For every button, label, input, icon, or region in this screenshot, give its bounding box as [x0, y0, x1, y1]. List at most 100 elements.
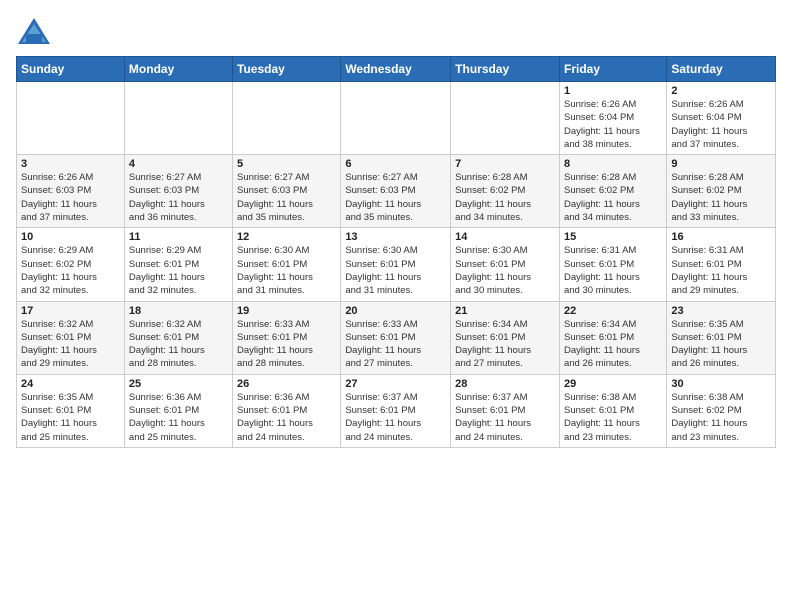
- day-number: 10: [21, 231, 120, 243]
- day-info: Sunrise: 6:31 AM Sunset: 6:01 PM Dayligh…: [671, 244, 771, 297]
- day-info: Sunrise: 6:26 AM Sunset: 6:03 PM Dayligh…: [21, 171, 120, 224]
- calendar-week-4: 17Sunrise: 6:32 AM Sunset: 6:01 PM Dayli…: [17, 301, 776, 374]
- day-info: Sunrise: 6:34 AM Sunset: 6:01 PM Dayligh…: [455, 318, 555, 371]
- day-info: Sunrise: 6:31 AM Sunset: 6:01 PM Dayligh…: [564, 244, 662, 297]
- day-info: Sunrise: 6:35 AM Sunset: 6:01 PM Dayligh…: [671, 318, 771, 371]
- day-number: 17: [21, 305, 120, 317]
- day-info: Sunrise: 6:32 AM Sunset: 6:01 PM Dayligh…: [129, 318, 228, 371]
- calendar-week-1: 1Sunrise: 6:26 AM Sunset: 6:04 PM Daylig…: [17, 82, 776, 155]
- calendar-cell: 22Sunrise: 6:34 AM Sunset: 6:01 PM Dayli…: [559, 301, 666, 374]
- day-number: 9: [671, 158, 771, 170]
- page: SundayMondayTuesdayWednesdayThursdayFrid…: [0, 0, 792, 458]
- day-info: Sunrise: 6:29 AM Sunset: 6:01 PM Dayligh…: [129, 244, 228, 297]
- calendar-cell: 12Sunrise: 6:30 AM Sunset: 6:01 PM Dayli…: [233, 228, 341, 301]
- day-info: Sunrise: 6:28 AM Sunset: 6:02 PM Dayligh…: [455, 171, 555, 224]
- calendar-cell: 20Sunrise: 6:33 AM Sunset: 6:01 PM Dayli…: [341, 301, 451, 374]
- calendar-header-wednesday: Wednesday: [341, 57, 451, 82]
- calendar-header-tuesday: Tuesday: [233, 57, 341, 82]
- day-info: Sunrise: 6:34 AM Sunset: 6:01 PM Dayligh…: [564, 318, 662, 371]
- day-number: 16: [671, 231, 771, 243]
- day-info: Sunrise: 6:33 AM Sunset: 6:01 PM Dayligh…: [345, 318, 446, 371]
- day-info: Sunrise: 6:27 AM Sunset: 6:03 PM Dayligh…: [237, 171, 336, 224]
- calendar-cell: 17Sunrise: 6:32 AM Sunset: 6:01 PM Dayli…: [17, 301, 125, 374]
- day-number: 18: [129, 305, 228, 317]
- calendar-cell: [124, 82, 232, 155]
- day-number: 21: [455, 305, 555, 317]
- calendar-week-2: 3Sunrise: 6:26 AM Sunset: 6:03 PM Daylig…: [17, 155, 776, 228]
- calendar-header-monday: Monday: [124, 57, 232, 82]
- day-number: 23: [671, 305, 771, 317]
- calendar-cell: 9Sunrise: 6:28 AM Sunset: 6:02 PM Daylig…: [667, 155, 776, 228]
- calendar-cell: 13Sunrise: 6:30 AM Sunset: 6:01 PM Dayli…: [341, 228, 451, 301]
- day-info: Sunrise: 6:30 AM Sunset: 6:01 PM Dayligh…: [237, 244, 336, 297]
- calendar-cell: 16Sunrise: 6:31 AM Sunset: 6:01 PM Dayli…: [667, 228, 776, 301]
- calendar-cell: 29Sunrise: 6:38 AM Sunset: 6:01 PM Dayli…: [559, 374, 666, 447]
- day-number: 12: [237, 231, 336, 243]
- calendar-cell: 11Sunrise: 6:29 AM Sunset: 6:01 PM Dayli…: [124, 228, 232, 301]
- calendar-week-5: 24Sunrise: 6:35 AM Sunset: 6:01 PM Dayli…: [17, 374, 776, 447]
- day-number: 1: [564, 85, 662, 97]
- day-info: Sunrise: 6:26 AM Sunset: 6:04 PM Dayligh…: [564, 98, 662, 151]
- calendar-cell: 19Sunrise: 6:33 AM Sunset: 6:01 PM Dayli…: [233, 301, 341, 374]
- calendar-cell: 21Sunrise: 6:34 AM Sunset: 6:01 PM Dayli…: [451, 301, 560, 374]
- day-info: Sunrise: 6:36 AM Sunset: 6:01 PM Dayligh…: [129, 391, 228, 444]
- calendar-header-sunday: Sunday: [17, 57, 125, 82]
- calendar-cell: 1Sunrise: 6:26 AM Sunset: 6:04 PM Daylig…: [559, 82, 666, 155]
- day-number: 22: [564, 305, 662, 317]
- day-number: 4: [129, 158, 228, 170]
- calendar-header-friday: Friday: [559, 57, 666, 82]
- day-number: 27: [345, 378, 446, 390]
- day-number: 20: [345, 305, 446, 317]
- day-number: 25: [129, 378, 228, 390]
- day-info: Sunrise: 6:38 AM Sunset: 6:01 PM Dayligh…: [564, 391, 662, 444]
- calendar-cell: 30Sunrise: 6:38 AM Sunset: 6:02 PM Dayli…: [667, 374, 776, 447]
- day-number: 6: [345, 158, 446, 170]
- calendar-cell: 27Sunrise: 6:37 AM Sunset: 6:01 PM Dayli…: [341, 374, 451, 447]
- calendar-cell: 3Sunrise: 6:26 AM Sunset: 6:03 PM Daylig…: [17, 155, 125, 228]
- day-info: Sunrise: 6:33 AM Sunset: 6:01 PM Dayligh…: [237, 318, 336, 371]
- day-number: 28: [455, 378, 555, 390]
- day-info: Sunrise: 6:32 AM Sunset: 6:01 PM Dayligh…: [21, 318, 120, 371]
- day-number: 3: [21, 158, 120, 170]
- day-info: Sunrise: 6:38 AM Sunset: 6:02 PM Dayligh…: [671, 391, 771, 444]
- day-info: Sunrise: 6:29 AM Sunset: 6:02 PM Dayligh…: [21, 244, 120, 297]
- calendar-cell: 4Sunrise: 6:27 AM Sunset: 6:03 PM Daylig…: [124, 155, 232, 228]
- calendar-cell: 8Sunrise: 6:28 AM Sunset: 6:02 PM Daylig…: [559, 155, 666, 228]
- calendar-cell: [451, 82, 560, 155]
- day-number: 26: [237, 378, 336, 390]
- calendar-cell: 24Sunrise: 6:35 AM Sunset: 6:01 PM Dayli…: [17, 374, 125, 447]
- day-number: 8: [564, 158, 662, 170]
- day-info: Sunrise: 6:28 AM Sunset: 6:02 PM Dayligh…: [564, 171, 662, 224]
- day-number: 30: [671, 378, 771, 390]
- day-number: 7: [455, 158, 555, 170]
- calendar-cell: 2Sunrise: 6:26 AM Sunset: 6:04 PM Daylig…: [667, 82, 776, 155]
- calendar-cell: 7Sunrise: 6:28 AM Sunset: 6:02 PM Daylig…: [451, 155, 560, 228]
- day-number: 13: [345, 231, 446, 243]
- day-info: Sunrise: 6:37 AM Sunset: 6:01 PM Dayligh…: [345, 391, 446, 444]
- day-info: Sunrise: 6:36 AM Sunset: 6:01 PM Dayligh…: [237, 391, 336, 444]
- calendar-cell: 25Sunrise: 6:36 AM Sunset: 6:01 PM Dayli…: [124, 374, 232, 447]
- calendar-cell: 14Sunrise: 6:30 AM Sunset: 6:01 PM Dayli…: [451, 228, 560, 301]
- day-number: 14: [455, 231, 555, 243]
- calendar-cell: 15Sunrise: 6:31 AM Sunset: 6:01 PM Dayli…: [559, 228, 666, 301]
- day-number: 5: [237, 158, 336, 170]
- day-number: 29: [564, 378, 662, 390]
- calendar-cell: 5Sunrise: 6:27 AM Sunset: 6:03 PM Daylig…: [233, 155, 341, 228]
- calendar-header-saturday: Saturday: [667, 57, 776, 82]
- day-number: 15: [564, 231, 662, 243]
- day-info: Sunrise: 6:28 AM Sunset: 6:02 PM Dayligh…: [671, 171, 771, 224]
- calendar-table: SundayMondayTuesdayWednesdayThursdayFrid…: [16, 56, 776, 448]
- day-info: Sunrise: 6:37 AM Sunset: 6:01 PM Dayligh…: [455, 391, 555, 444]
- day-info: Sunrise: 6:30 AM Sunset: 6:01 PM Dayligh…: [455, 244, 555, 297]
- day-number: 11: [129, 231, 228, 243]
- calendar-cell: 28Sunrise: 6:37 AM Sunset: 6:01 PM Dayli…: [451, 374, 560, 447]
- calendar-week-3: 10Sunrise: 6:29 AM Sunset: 6:02 PM Dayli…: [17, 228, 776, 301]
- calendar-cell: 6Sunrise: 6:27 AM Sunset: 6:03 PM Daylig…: [341, 155, 451, 228]
- logo-icon: [16, 16, 52, 46]
- day-info: Sunrise: 6:26 AM Sunset: 6:04 PM Dayligh…: [671, 98, 771, 151]
- calendar-cell: [17, 82, 125, 155]
- calendar-cell: 26Sunrise: 6:36 AM Sunset: 6:01 PM Dayli…: [233, 374, 341, 447]
- logo: [16, 16, 58, 46]
- calendar-cell: 23Sunrise: 6:35 AM Sunset: 6:01 PM Dayli…: [667, 301, 776, 374]
- calendar-cell: [341, 82, 451, 155]
